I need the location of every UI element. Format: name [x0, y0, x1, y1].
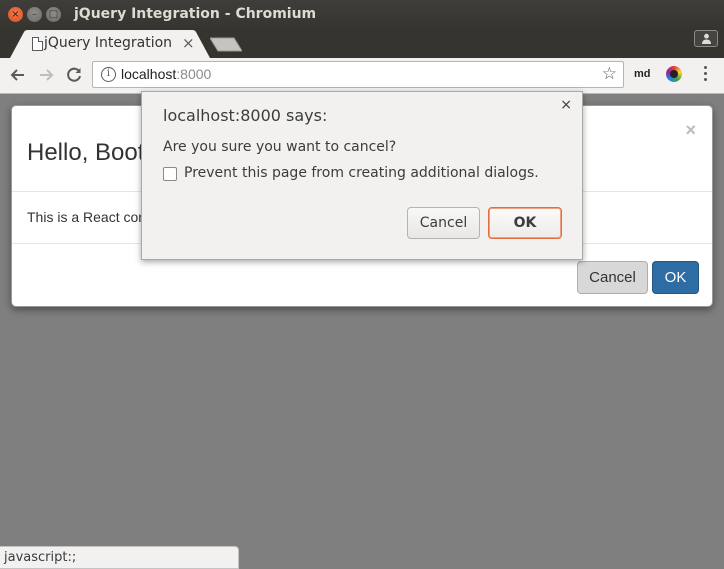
confirm-dialog: localhost:8000 says: × Are you sure you …	[141, 91, 583, 260]
page-icon	[32, 37, 43, 51]
status-url: javascript:;	[4, 550, 77, 565]
color-extension-icon[interactable]	[666, 66, 682, 82]
reload-icon[interactable]	[63, 64, 85, 86]
tab-close-icon[interactable]: ×	[182, 34, 195, 52]
browser-toolbar: i localhost:8000 ☆ md	[0, 58, 724, 94]
modal-close-icon[interactable]: ×	[685, 120, 696, 141]
prevent-dialogs-label[interactable]: Prevent this page from creating addition…	[184, 165, 539, 181]
menu-icon[interactable]	[704, 66, 708, 84]
window-maximize-button[interactable]: □	[46, 7, 61, 22]
dialog-close-icon[interactable]: ×	[560, 97, 572, 113]
status-bubble: javascript:;	[0, 546, 239, 569]
window-close-button[interactable]: ×	[8, 7, 23, 22]
info-icon[interactable]: i	[101, 67, 116, 82]
person-icon	[702, 33, 711, 44]
new-tab-button[interactable]	[210, 36, 242, 52]
md-extension-button[interactable]: md	[634, 68, 651, 80]
dialog-ok-button[interactable]: OK	[488, 207, 562, 239]
modal-body-text: This is a React cor	[27, 209, 143, 225]
dialog-cancel-button[interactable]: Cancel	[407, 207, 480, 239]
back-arrow-icon[interactable]	[7, 64, 29, 86]
prevent-dialogs-checkbox[interactable]	[163, 167, 177, 181]
window-title: jQuery Integration - Chromium	[74, 6, 317, 22]
star-icon[interactable]: ☆	[602, 64, 617, 84]
dialog-title: localhost:8000 says:	[163, 106, 328, 125]
url-host: localhost	[121, 66, 177, 82]
window-minimize-button[interactable]: –	[27, 7, 42, 22]
modal-title: Hello, Boot	[27, 139, 145, 166]
tab-jquery-integration[interactable]: jQuery Integration ×	[10, 30, 210, 58]
modal-ok-button[interactable]: OK	[652, 261, 699, 294]
tab-title: jQuery Integration	[44, 35, 173, 51]
url-port: :8000	[176, 66, 212, 82]
dialog-message: Are you sure you want to cancel?	[163, 139, 397, 155]
profile-button[interactable]	[694, 30, 718, 47]
modal-cancel-button[interactable]: Cancel	[577, 261, 648, 294]
window-titlebar: × – □ jQuery Integration - Chromium	[0, 0, 724, 30]
address-bar[interactable]: i localhost:8000 ☆	[92, 61, 624, 88]
url-text: localhost:8000	[121, 66, 211, 82]
forward-arrow-icon[interactable]	[35, 64, 57, 86]
